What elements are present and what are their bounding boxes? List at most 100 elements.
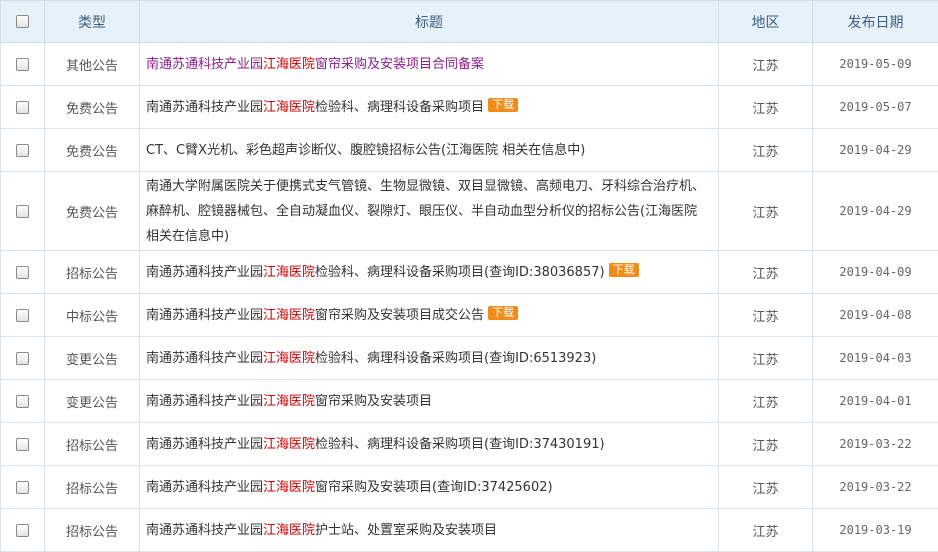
select-all-checkbox[interactable]	[16, 15, 29, 28]
row-checkbox[interactable]	[16, 481, 29, 494]
row-checkbox[interactable]	[16, 58, 29, 71]
title-highlight[interactable]: 江海医院	[263, 523, 315, 538]
row-type: 中标公告	[45, 294, 140, 337]
title-link-pre[interactable]: 南通苏通科技产业园	[146, 57, 263, 72]
header-title[interactable]: 标题	[140, 1, 719, 43]
row-title[interactable]: 南通苏通科技产业园江海医院窗帘采购及安装项目合同备案	[140, 43, 719, 86]
row-checkbox[interactable]	[16, 144, 29, 157]
row-type: 免费公告	[45, 172, 140, 251]
row-checkbox[interactable]	[16, 352, 29, 365]
row-region: 江苏	[719, 251, 813, 294]
row-title[interactable]: 南通苏通科技产业园江海医院检验科、病理科设备采购项目(查询ID:6513923)	[140, 337, 719, 380]
table-row: 招标公告 南通苏通科技产业园江海医院检验科、病理科设备采购项目(查询ID:374…	[1, 423, 938, 466]
table-row: 招标公告 南通苏通科技产业园江海医院检验科、病理科设备采购项目(查询ID:380…	[1, 251, 938, 294]
row-region: 江苏	[719, 423, 813, 466]
title-link-post[interactable]: 窗帘采购及安装项目合同备案	[315, 57, 484, 72]
title-highlight[interactable]: 江海医院	[263, 437, 315, 452]
title-link-post[interactable]: 检验科、病理科设备采购项目(查询ID:37430191)	[315, 437, 605, 452]
announcement-table: 类型 标题 地区 发布日期 其他公告 南通苏通科技产业园江海医院窗帘采购及安装项…	[0, 0, 938, 552]
row-type: 招标公告	[45, 423, 140, 466]
table-row: 招标公告 南通苏通科技产业园江海医院护士站、处置室采购及安装项目 江苏 2019…	[1, 509, 938, 552]
row-region: 江苏	[719, 86, 813, 129]
header-type[interactable]: 类型	[45, 1, 140, 43]
row-title[interactable]: 南通大学附属医院关于便携式支气管镜、生物显微镜、双目显微镜、高频电刀、牙科综合治…	[140, 172, 719, 251]
row-region: 江苏	[719, 509, 813, 552]
row-title[interactable]: 南通苏通科技产业园江海医院护士站、处置室采购及安装项目	[140, 509, 719, 552]
title-link-pre[interactable]: 南通苏通科技产业园	[146, 265, 263, 280]
row-title[interactable]: 南通苏通科技产业园江海医院检验科、病理科设备采购项目(查询ID:38036857…	[140, 251, 719, 294]
row-date: 2019-05-09	[813, 43, 938, 86]
title-link-pre[interactable]: 南通苏通科技产业园	[146, 308, 263, 323]
title-highlight[interactable]: 江海医院	[263, 100, 315, 115]
title-highlight[interactable]: 江海医院	[263, 480, 315, 495]
title-link-pre[interactable]: 南通苏通科技产业园	[146, 351, 263, 366]
row-checkbox[interactable]	[16, 101, 29, 114]
row-date: 2019-04-29	[813, 129, 938, 172]
title-link-post[interactable]: 窗帘采购及安装项目成交公告	[315, 308, 484, 323]
row-region: 江苏	[719, 129, 813, 172]
title-link-pre[interactable]: 南通苏通科技产业园	[146, 100, 263, 115]
table-row: 中标公告 南通苏通科技产业园江海医院窗帘采购及安装项目成交公告下载 江苏 201…	[1, 294, 938, 337]
header-date[interactable]: 发布日期	[813, 1, 938, 43]
title-link[interactable]: CT、C臂X光机、彩色超声诊断仪、腹腔镜招标公告(江海医院 相关在信息中)	[146, 143, 585, 158]
header-region[interactable]: 地区	[719, 1, 813, 43]
row-region: 江苏	[719, 380, 813, 423]
title-link-post[interactable]: 护士站、处置室采购及安装项目	[315, 523, 497, 538]
table-row: 其他公告 南通苏通科技产业园江海医院窗帘采购及安装项目合同备案 江苏 2019-…	[1, 43, 938, 86]
row-checkbox[interactable]	[16, 395, 29, 408]
title-link-pre[interactable]: 南通苏通科技产业园	[146, 480, 263, 495]
row-title[interactable]: CT、C臂X光机、彩色超声诊断仪、腹腔镜招标公告(江海医院 相关在信息中)	[140, 129, 719, 172]
row-date: 2019-03-22	[813, 466, 938, 509]
download-badge[interactable]: 下载	[609, 263, 639, 277]
title-highlight[interactable]: 江海医院	[263, 265, 315, 280]
title-highlight[interactable]: 江海医院	[263, 57, 315, 72]
row-type: 变更公告	[45, 337, 140, 380]
row-region: 江苏	[719, 43, 813, 86]
title-link-pre[interactable]: 南通苏通科技产业园	[146, 523, 263, 538]
title-link-post[interactable]: 检验科、病理科设备采购项目	[315, 100, 484, 115]
row-title[interactable]: 南通苏通科技产业园江海医院检验科、病理科设备采购项目(查询ID:37430191…	[140, 423, 719, 466]
row-checkbox[interactable]	[16, 524, 29, 537]
select-all-cell	[1, 1, 45, 43]
row-date: 2019-04-09	[813, 251, 938, 294]
title-link-post[interactable]: 检验科、病理科设备采购项目(查询ID:6513923)	[315, 351, 596, 366]
title-link-pre[interactable]: 南通苏通科技产业园	[146, 437, 263, 452]
row-title[interactable]: 南通苏通科技产业园江海医院检验科、病理科设备采购项目下载	[140, 86, 719, 129]
row-type: 其他公告	[45, 43, 140, 86]
row-region: 江苏	[719, 466, 813, 509]
row-checkbox[interactable]	[16, 438, 29, 451]
download-badge[interactable]: 下载	[488, 98, 518, 112]
table-row: 变更公告 南通苏通科技产业园江海医院检验科、病理科设备采购项目(查询ID:651…	[1, 337, 938, 380]
title-link[interactable]: 南通大学附属医院关于便携式支气管镜、生物显微镜、双目显微镜、高频电刀、牙科综合治…	[146, 179, 705, 244]
row-date: 2019-04-03	[813, 337, 938, 380]
row-title[interactable]: 南通苏通科技产业园江海医院窗帘采购及安装项目(查询ID:37425602)	[140, 466, 719, 509]
row-checkbox[interactable]	[16, 309, 29, 322]
table-header-row: 类型 标题 地区 发布日期	[1, 1, 938, 43]
row-type: 免费公告	[45, 86, 140, 129]
row-date: 2019-04-29	[813, 172, 938, 251]
title-link-post[interactable]: 检验科、病理科设备采购项目(查询ID:38036857)	[315, 265, 605, 280]
table-row: 变更公告 南通苏通科技产业园江海医院窗帘采购及安装项目 江苏 2019-04-0…	[1, 380, 938, 423]
row-type: 招标公告	[45, 466, 140, 509]
row-region: 江苏	[719, 337, 813, 380]
row-region: 江苏	[719, 172, 813, 251]
row-region: 江苏	[719, 294, 813, 337]
row-checkbox[interactable]	[16, 205, 29, 218]
row-date: 2019-05-07	[813, 86, 938, 129]
row-type: 变更公告	[45, 380, 140, 423]
row-date: 2019-04-01	[813, 380, 938, 423]
row-title[interactable]: 南通苏通科技产业园江海医院窗帘采购及安装项目	[140, 380, 719, 423]
title-highlight[interactable]: 江海医院	[263, 308, 315, 323]
title-link-post[interactable]: 窗帘采购及安装项目	[315, 394, 432, 409]
table-row: 免费公告 CT、C臂X光机、彩色超声诊断仪、腹腔镜招标公告(江海医院 相关在信息…	[1, 129, 938, 172]
table-row: 招标公告 南通苏通科技产业园江海医院窗帘采购及安装项目(查询ID:3742560…	[1, 466, 938, 509]
title-highlight[interactable]: 江海医院	[263, 351, 315, 366]
download-badge[interactable]: 下载	[488, 306, 518, 320]
row-date: 2019-03-22	[813, 423, 938, 466]
row-title[interactable]: 南通苏通科技产业园江海医院窗帘采购及安装项目成交公告下载	[140, 294, 719, 337]
row-type: 免费公告	[45, 129, 140, 172]
title-link-pre[interactable]: 南通苏通科技产业园	[146, 394, 263, 409]
row-checkbox[interactable]	[16, 266, 29, 279]
title-highlight[interactable]: 江海医院	[263, 394, 315, 409]
title-link-post[interactable]: 窗帘采购及安装项目(查询ID:37425602)	[315, 480, 553, 495]
